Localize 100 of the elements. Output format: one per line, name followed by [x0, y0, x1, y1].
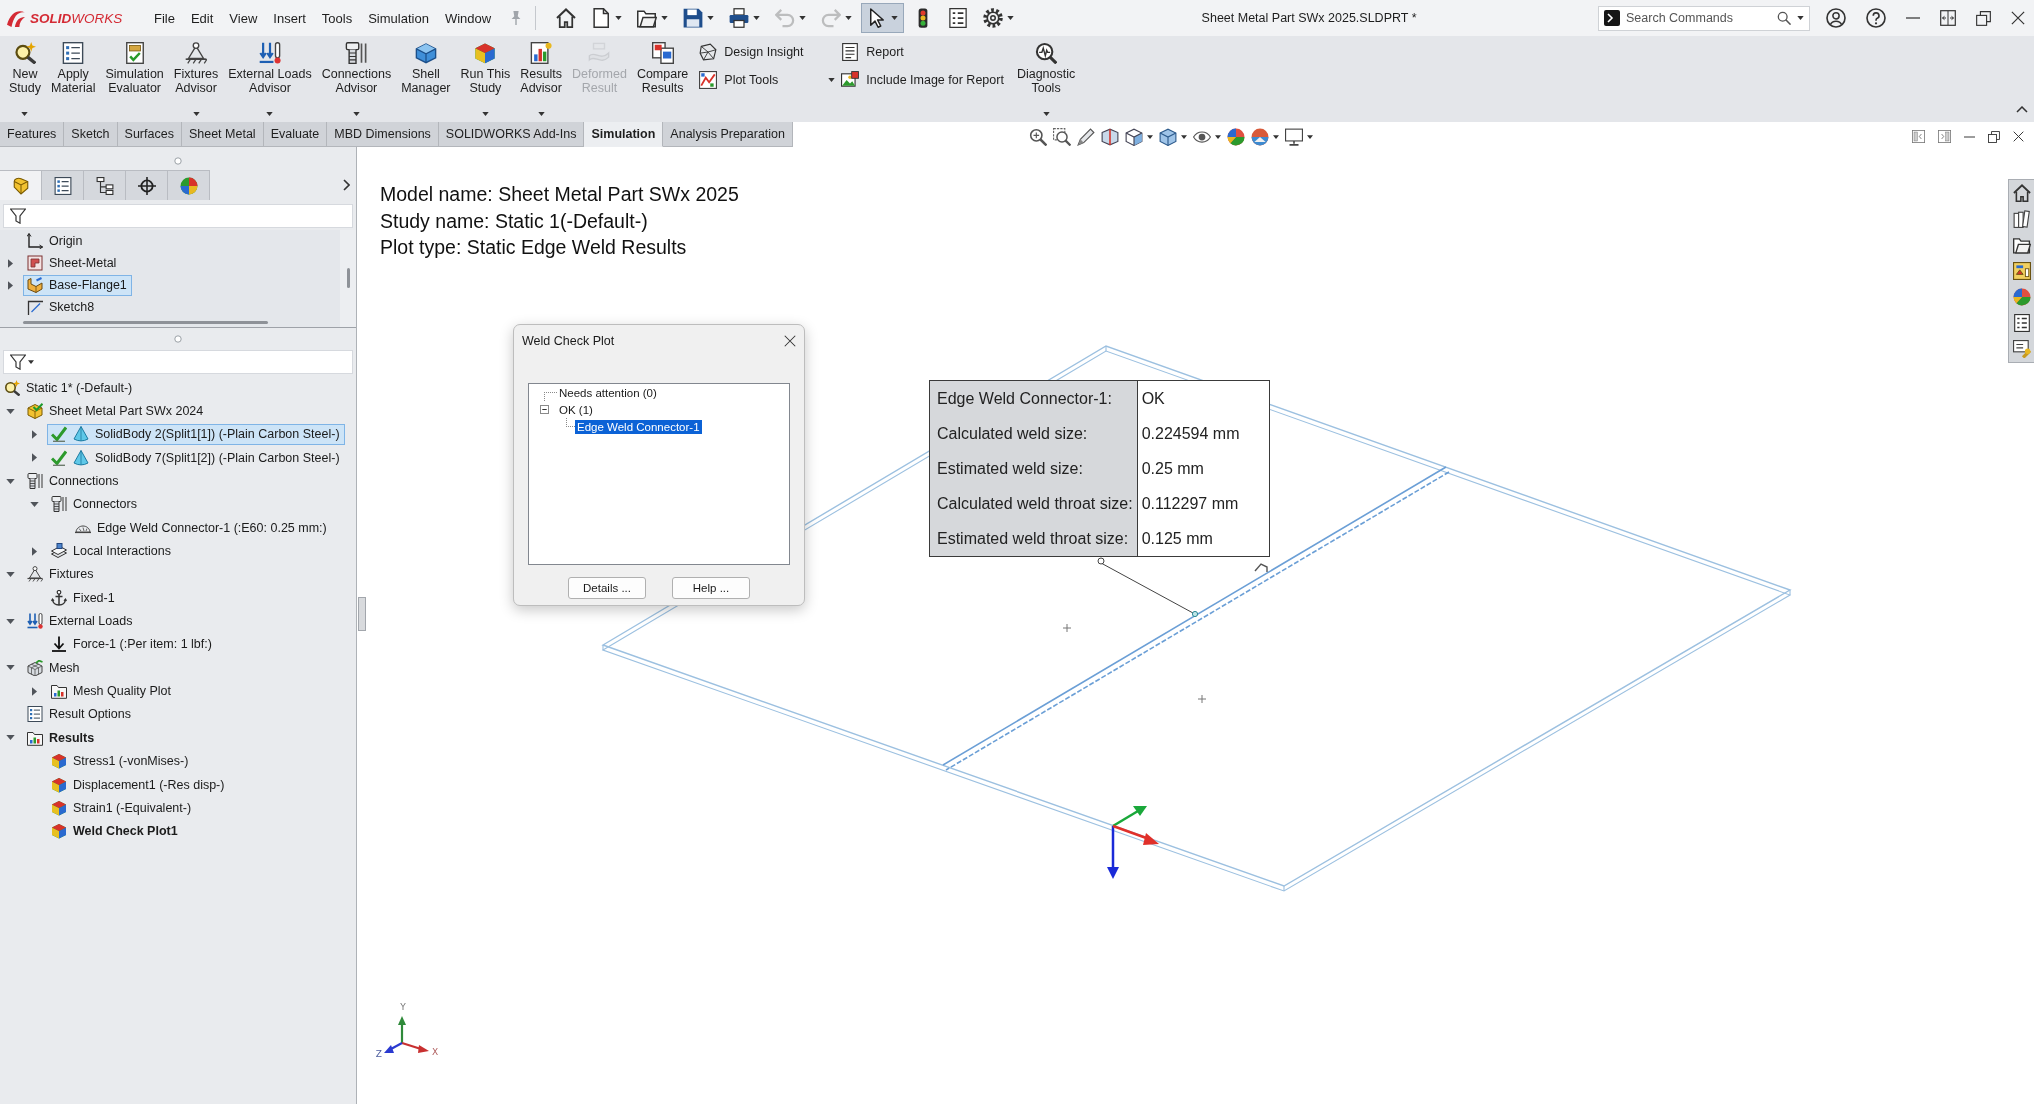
tree-item[interactable]: Force-1 (:Per item: 1 lbf:) — [47, 633, 217, 655]
monitor-icon[interactable] — [1285, 127, 1303, 146]
tree-item[interactable]: Sheet Metal Part SWx 2024 — [23, 400, 209, 422]
caret-down-icon[interactable] — [5, 735, 15, 741]
tree-item[interactable]: Mesh — [23, 657, 85, 679]
command-tab[interactable]: Sketch — [64, 122, 118, 147]
monitor-wrench-icon[interactable] — [2012, 340, 2031, 358]
tree-item[interactable]: Mesh Quality Plot — [47, 680, 176, 702]
caret-right-icon[interactable] — [31, 686, 37, 696]
dialog-button[interactable]: Details ... — [568, 577, 646, 599]
splitter-handle[interactable] — [358, 597, 366, 631]
caret-right-icon[interactable] — [7, 280, 13, 290]
chevron-right-icon[interactable] — [343, 179, 350, 191]
tree-item[interactable]: Stress1 (-vonMises-) — [47, 750, 194, 772]
menu-item[interactable]: Tools — [313, 10, 361, 26]
ribbon-button[interactable]: Shell Manager — [396, 42, 456, 116]
command-tab[interactable]: SOLIDWORKS Add-Ins — [438, 122, 585, 147]
search-field[interactable]: Search Commands — [1598, 5, 1810, 31]
zoom-area-icon[interactable] — [1053, 127, 1071, 146]
filter-field[interactable] — [3, 204, 353, 228]
panel-tab[interactable] — [126, 170, 168, 200]
caret-down-icon[interactable] — [5, 408, 15, 414]
menu-item[interactable]: View — [221, 10, 266, 26]
chevron-up-icon[interactable] — [2016, 106, 2028, 113]
caret-down-icon[interactable] — [5, 571, 15, 577]
zoom-fit-icon[interactable] — [1029, 127, 1047, 146]
caret-right-icon[interactable] — [31, 453, 37, 463]
tree-item[interactable]: SolidBody 7(Split1[2]) (-Plain Carbon Steel-) — [47, 447, 345, 469]
caret-icon[interactable] — [1147, 134, 1153, 139]
display-cube-icon[interactable] — [1159, 127, 1177, 146]
caret-icon[interactable] — [1181, 134, 1187, 139]
command-tab[interactable]: Features — [0, 122, 65, 147]
panel-tab[interactable] — [84, 170, 126, 200]
tree-item[interactable]: Connectors — [47, 493, 142, 515]
panel-left-icon[interactable] — [1912, 130, 1925, 143]
caret-down-icon[interactable] — [5, 665, 15, 671]
section-view-icon[interactable] — [1101, 127, 1119, 146]
menu-item[interactable]: File — [146, 10, 183, 26]
home-icon[interactable] — [2012, 184, 2031, 202]
tree-item[interactable]: Strain1 (-Equivalent-) — [47, 797, 197, 819]
ribbon-button[interactable]: Include Image for Report — [841, 68, 1004, 91]
help-icon[interactable] — [1866, 8, 1886, 28]
caret-down-icon[interactable] — [5, 478, 15, 484]
toolbar-button[interactable] — [861, 3, 905, 33]
properties-icon[interactable] — [2012, 314, 2031, 332]
scrollbar-thumb[interactable] — [23, 321, 268, 324]
scrollbar-thumb[interactable] — [346, 268, 350, 288]
ribbon-button[interactable]: Compare Results — [631, 42, 694, 116]
caret-down-icon[interactable] — [29, 501, 39, 507]
dialog-button[interactable]: Help ... — [672, 577, 750, 599]
grip-icon[interactable] — [174, 157, 182, 165]
caret-icon[interactable] — [1307, 134, 1313, 139]
color-ball-icon[interactable] — [2012, 288, 2031, 306]
shapes-board-icon[interactable] — [2012, 262, 2031, 280]
menu-item[interactable]: Simulation — [360, 10, 437, 26]
ribbon-button[interactable]: Connections Advisor — [316, 42, 397, 116]
tile-icon[interactable] — [1940, 10, 1956, 26]
caret-right-icon[interactable] — [7, 258, 13, 268]
tree-item[interactable]: Weld Check Plot1 — [47, 820, 183, 842]
books-icon[interactable] — [2012, 210, 2031, 228]
filter-field[interactable] — [3, 350, 353, 374]
caret-down-icon[interactable] — [5, 618, 15, 624]
tree-item[interactable]: Local Interactions — [47, 540, 176, 562]
tree-item[interactable]: Static 1* (-Default-) — [0, 377, 138, 399]
ribbon-button[interactable]: Report — [841, 40, 1004, 63]
menu-item[interactable]: Insert — [265, 10, 314, 26]
command-tab[interactable]: Sheet Metal — [181, 122, 264, 147]
folder-icon[interactable] — [2012, 236, 2031, 254]
ribbon-button[interactable]: Simulation Evaluator — [100, 42, 169, 116]
user-icon[interactable] — [1826, 8, 1846, 28]
restore-icon[interactable] — [1976, 10, 1991, 26]
scene-ball-icon[interactable] — [1251, 127, 1269, 146]
tree-item[interactable]: Connections — [23, 470, 124, 492]
tree-item[interactable]: Needs attention (0) — [557, 385, 659, 400]
close-icon[interactable] — [2013, 131, 2024, 142]
caret-right-icon[interactable] — [31, 429, 37, 439]
caret-icon[interactable] — [1273, 134, 1279, 139]
ribbon-button[interactable]: External Loads Advisor — [223, 42, 317, 116]
ribbon-button[interactable]: Diagnostic Tools — [1011, 42, 1081, 116]
tree-item[interactable]: External Loads — [23, 610, 138, 632]
minimize-icon[interactable] — [1964, 135, 1975, 138]
ribbon-button[interactable]: Apply Material — [45, 42, 101, 116]
tree-item[interactable]: Result Options — [23, 704, 136, 725]
command-tab[interactable]: Simulation — [584, 122, 664, 147]
pencil-icon[interactable] — [1077, 127, 1095, 146]
ribbon-button[interactable]: Results Advisor — [515, 42, 567, 116]
caret-icon[interactable] — [1215, 134, 1221, 139]
tree-item[interactable]: Sheet-Metal — [23, 252, 122, 274]
collapse-box-icon[interactable] — [540, 405, 549, 414]
tree-item[interactable]: Fixtures — [23, 563, 99, 585]
ribbon-button[interactable]: Run This Study — [455, 42, 516, 116]
panel-tab[interactable] — [42, 170, 84, 200]
restore-icon[interactable] — [1988, 130, 2000, 143]
command-tab[interactable]: Analysis Preparation — [663, 122, 793, 147]
close-icon[interactable] — [2011, 11, 2025, 25]
tree-item[interactable]: Displacement1 (-Res disp-) — [47, 774, 230, 795]
ribbon-button[interactable]: Fixtures Advisor — [168, 42, 224, 116]
ribbon-button[interactable]: Design Insight — [699, 40, 836, 63]
ribbon-button[interactable]: New Study — [4, 42, 46, 116]
tree-item[interactable]: Sketch8 — [23, 296, 100, 318]
